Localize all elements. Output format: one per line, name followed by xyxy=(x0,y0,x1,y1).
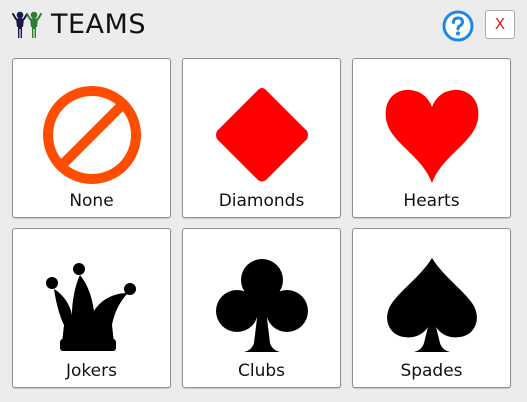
close-button[interactable]: X xyxy=(485,10,515,39)
heart-icon xyxy=(385,89,479,183)
jester-hat-icon xyxy=(46,263,136,351)
team-card-jokers[interactable]: Jokers xyxy=(12,228,171,388)
spade-icon xyxy=(387,258,477,352)
team-card-spades[interactable]: Spades xyxy=(352,228,511,388)
question-circle-icon xyxy=(442,10,474,42)
diamond-icon xyxy=(216,88,308,182)
team-label-hearts: Hearts xyxy=(403,191,460,211)
team-card-hearts[interactable]: Hearts xyxy=(352,58,511,218)
team-label-clubs: Clubs xyxy=(237,361,285,381)
team-label-diamonds: Diamonds xyxy=(218,191,305,211)
team-label-none: None xyxy=(69,191,114,211)
team-card-diamonds[interactable]: Diamonds xyxy=(182,58,341,218)
dialog-title: TEAMS xyxy=(51,9,146,40)
dialog-header: TEAMS X xyxy=(0,0,527,52)
team-people-icon xyxy=(12,11,42,38)
help-button[interactable] xyxy=(442,10,474,42)
prohibited-icon xyxy=(43,86,141,184)
team-card-clubs[interactable]: Clubs xyxy=(182,228,341,388)
teams-dialog: TEAMS X None Diamonds Hearts Jokers Club… xyxy=(0,0,527,402)
team-label-jokers: Jokers xyxy=(66,361,117,381)
club-icon xyxy=(216,259,308,352)
team-card-none[interactable]: None xyxy=(12,58,171,218)
team-label-spades: Spades xyxy=(400,361,463,381)
